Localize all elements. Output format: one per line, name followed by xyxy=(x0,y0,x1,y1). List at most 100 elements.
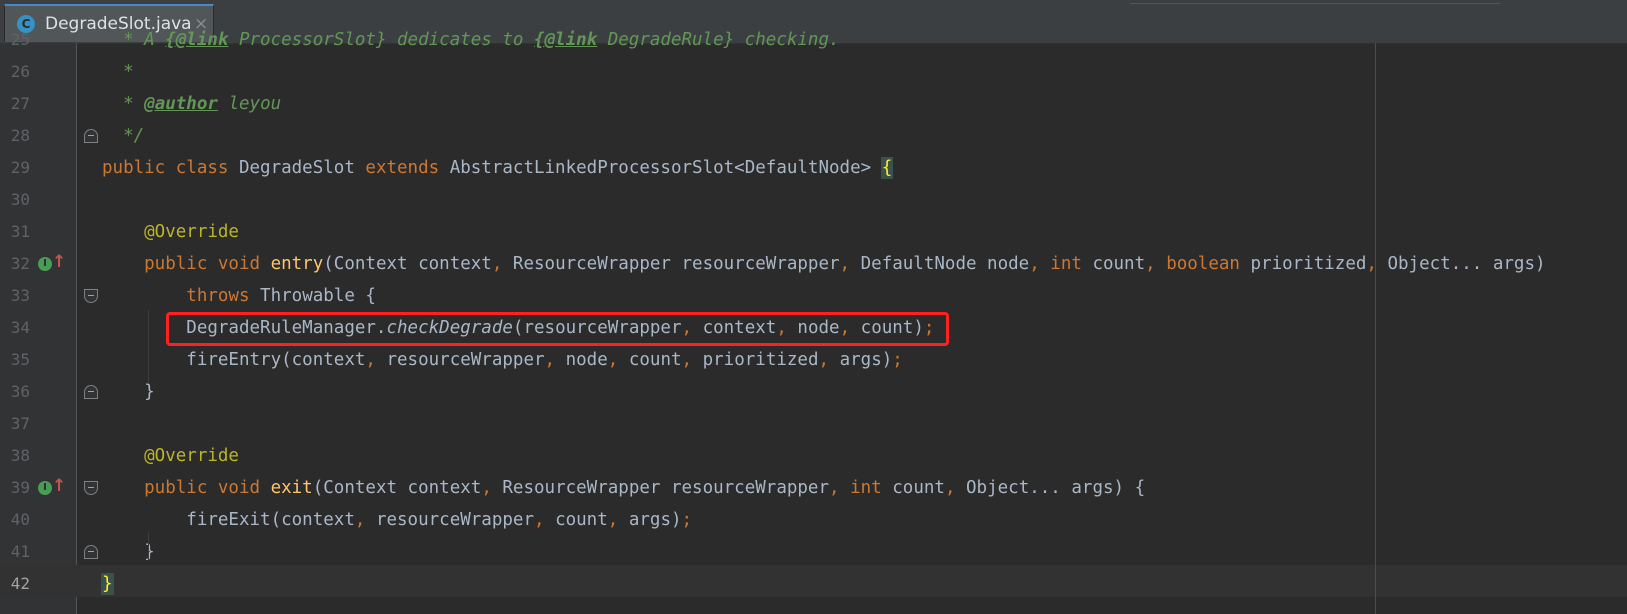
implements-circle-icon: I xyxy=(38,481,52,495)
code-token: , xyxy=(839,254,861,274)
code-text: } xyxy=(102,536,155,568)
line-number: 34 xyxy=(10,318,30,337)
code-token: Object... args) xyxy=(1387,254,1546,274)
line-number: 41 xyxy=(10,542,30,561)
line-number: 25 xyxy=(10,30,30,49)
code-line[interactable]: 37 xyxy=(0,408,1627,440)
code-token: , xyxy=(1145,254,1167,274)
code-token: , xyxy=(481,478,503,498)
code-token: exit xyxy=(270,478,313,498)
code-token: args) xyxy=(628,510,682,530)
line-number: 39 xyxy=(10,478,30,497)
code-token: {@link xyxy=(165,30,229,50)
code-text: public class DegradeSlot extends Abstrac… xyxy=(102,152,894,184)
code-token: {@link xyxy=(533,30,598,50)
line-number: 38 xyxy=(10,446,30,465)
fold-marker-icon[interactable] xyxy=(84,289,98,303)
implements-method-icon[interactable]: I ↑ xyxy=(38,476,66,499)
code-token: count xyxy=(555,510,608,530)
code-token: , xyxy=(365,350,387,370)
code-token: , xyxy=(818,350,840,370)
fold-marker-icon[interactable] xyxy=(84,129,98,143)
code-token: public class xyxy=(102,158,239,178)
code-line[interactable]: 25 * A {@link ProcessorSlot} dedicates t… xyxy=(0,24,1627,56)
code-text: */ xyxy=(102,120,144,152)
code-token: } xyxy=(101,573,114,595)
code-token: , xyxy=(607,510,629,530)
code-token: } xyxy=(102,542,155,562)
code-line[interactable]: 26 * xyxy=(0,56,1627,88)
code-token: Object... args) { xyxy=(966,478,1146,498)
annotation-highlight-box xyxy=(166,312,949,346)
code-token: public void xyxy=(102,254,271,274)
code-token: DefaultNode node xyxy=(860,254,1030,274)
code-token: extends xyxy=(365,158,450,178)
line-number: 29 xyxy=(10,158,30,177)
code-text: public void entry(Context context, Resou… xyxy=(102,248,1546,280)
code-text: @Override xyxy=(102,440,239,472)
code-token: (Context context xyxy=(323,254,492,274)
code-line[interactable]: 40 fireExit(context, resourceWrapper, co… xyxy=(0,504,1627,536)
code-token: throws xyxy=(102,286,261,306)
code-token: , xyxy=(829,478,851,498)
code-line[interactable]: 27 * @author leyou xyxy=(0,88,1627,120)
implements-method-icon[interactable]: I ↑ xyxy=(38,252,66,275)
code-token: , xyxy=(354,510,376,530)
line-number: 27 xyxy=(10,94,30,113)
code-token: * xyxy=(102,62,134,82)
code-text: fireEntry(context, resourceWrapper, node… xyxy=(102,344,903,376)
code-token: boolean xyxy=(1166,254,1251,274)
code-line[interactable]: 32 public void entry(Context context, Re… xyxy=(0,248,1627,280)
code-token: count xyxy=(1092,254,1146,274)
code-token: DegradeSlot xyxy=(238,158,366,178)
code-text: * A {@link ProcessorSlot} dedicates to {… xyxy=(102,24,839,56)
code-line[interactable]: 42} xyxy=(0,568,1627,600)
code-token: ResourceWrapper resourceWrapper xyxy=(512,254,840,274)
line-number: 26 xyxy=(10,62,30,81)
code-token: ; xyxy=(892,350,903,370)
code-line[interactable]: 29 public class DegradeSlot extends Abstr… xyxy=(0,152,1627,184)
code-line[interactable]: 36 } xyxy=(0,376,1627,408)
code-token: count xyxy=(628,350,682,370)
code-line[interactable]: 35 fireEntry(context, resourceWrapper, n… xyxy=(0,344,1627,376)
code-token: entry xyxy=(270,254,324,274)
code-token: , xyxy=(944,478,967,498)
code-text: fireExit(context, resourceWrapper, count… xyxy=(102,504,692,536)
code-text: * xyxy=(102,56,134,88)
code-token: (Context context xyxy=(312,478,482,498)
code-line[interactable]: 28 */ xyxy=(0,120,1627,152)
up-arrow-icon: ↑ xyxy=(52,252,67,272)
fold-marker-icon[interactable] xyxy=(84,481,98,495)
code-line[interactable]: 39 public void exit(Context context, Res… xyxy=(0,472,1627,504)
code-line[interactable]: 31 @Override xyxy=(0,216,1627,248)
code-token: ProcessorSlot} dedicates to xyxy=(228,30,534,50)
code-text: throws Throwable { xyxy=(102,280,376,312)
code-token: , xyxy=(1366,254,1388,274)
line-number: 36 xyxy=(10,382,30,401)
code-line[interactable]: 38 @Override xyxy=(0,440,1627,472)
code-editor[interactable]: 25 * A {@link ProcessorSlot} dedicates t… xyxy=(0,0,1627,614)
indent-guide xyxy=(148,532,149,560)
code-token: prioritized xyxy=(1250,254,1367,274)
line-number: 40 xyxy=(10,510,30,529)
code-token: public void xyxy=(102,478,271,498)
code-token: prioritized xyxy=(702,350,819,370)
line-number: 28 xyxy=(10,126,30,145)
code-token: * A xyxy=(102,30,166,50)
code-token: args) xyxy=(839,350,893,370)
code-token: resourceWrapper xyxy=(386,350,545,370)
code-line[interactable]: 30 xyxy=(0,184,1627,216)
code-text: } xyxy=(101,568,114,600)
fold-marker-icon[interactable] xyxy=(84,545,98,559)
code-text: public void exit(Context context, Resour… xyxy=(102,472,1145,504)
code-token: @Override xyxy=(102,222,239,242)
line-number: 37 xyxy=(10,414,30,433)
fold-marker-icon[interactable] xyxy=(84,385,98,399)
up-arrow-icon: ↑ xyxy=(52,476,67,496)
code-token: , xyxy=(534,510,556,530)
line-number: 31 xyxy=(10,222,30,241)
code-line[interactable]: 41 } xyxy=(0,536,1627,568)
code-line[interactable]: 33 throws Throwable { xyxy=(0,280,1627,312)
code-token: , xyxy=(1029,254,1051,274)
code-token: fireExit(context xyxy=(102,510,355,530)
